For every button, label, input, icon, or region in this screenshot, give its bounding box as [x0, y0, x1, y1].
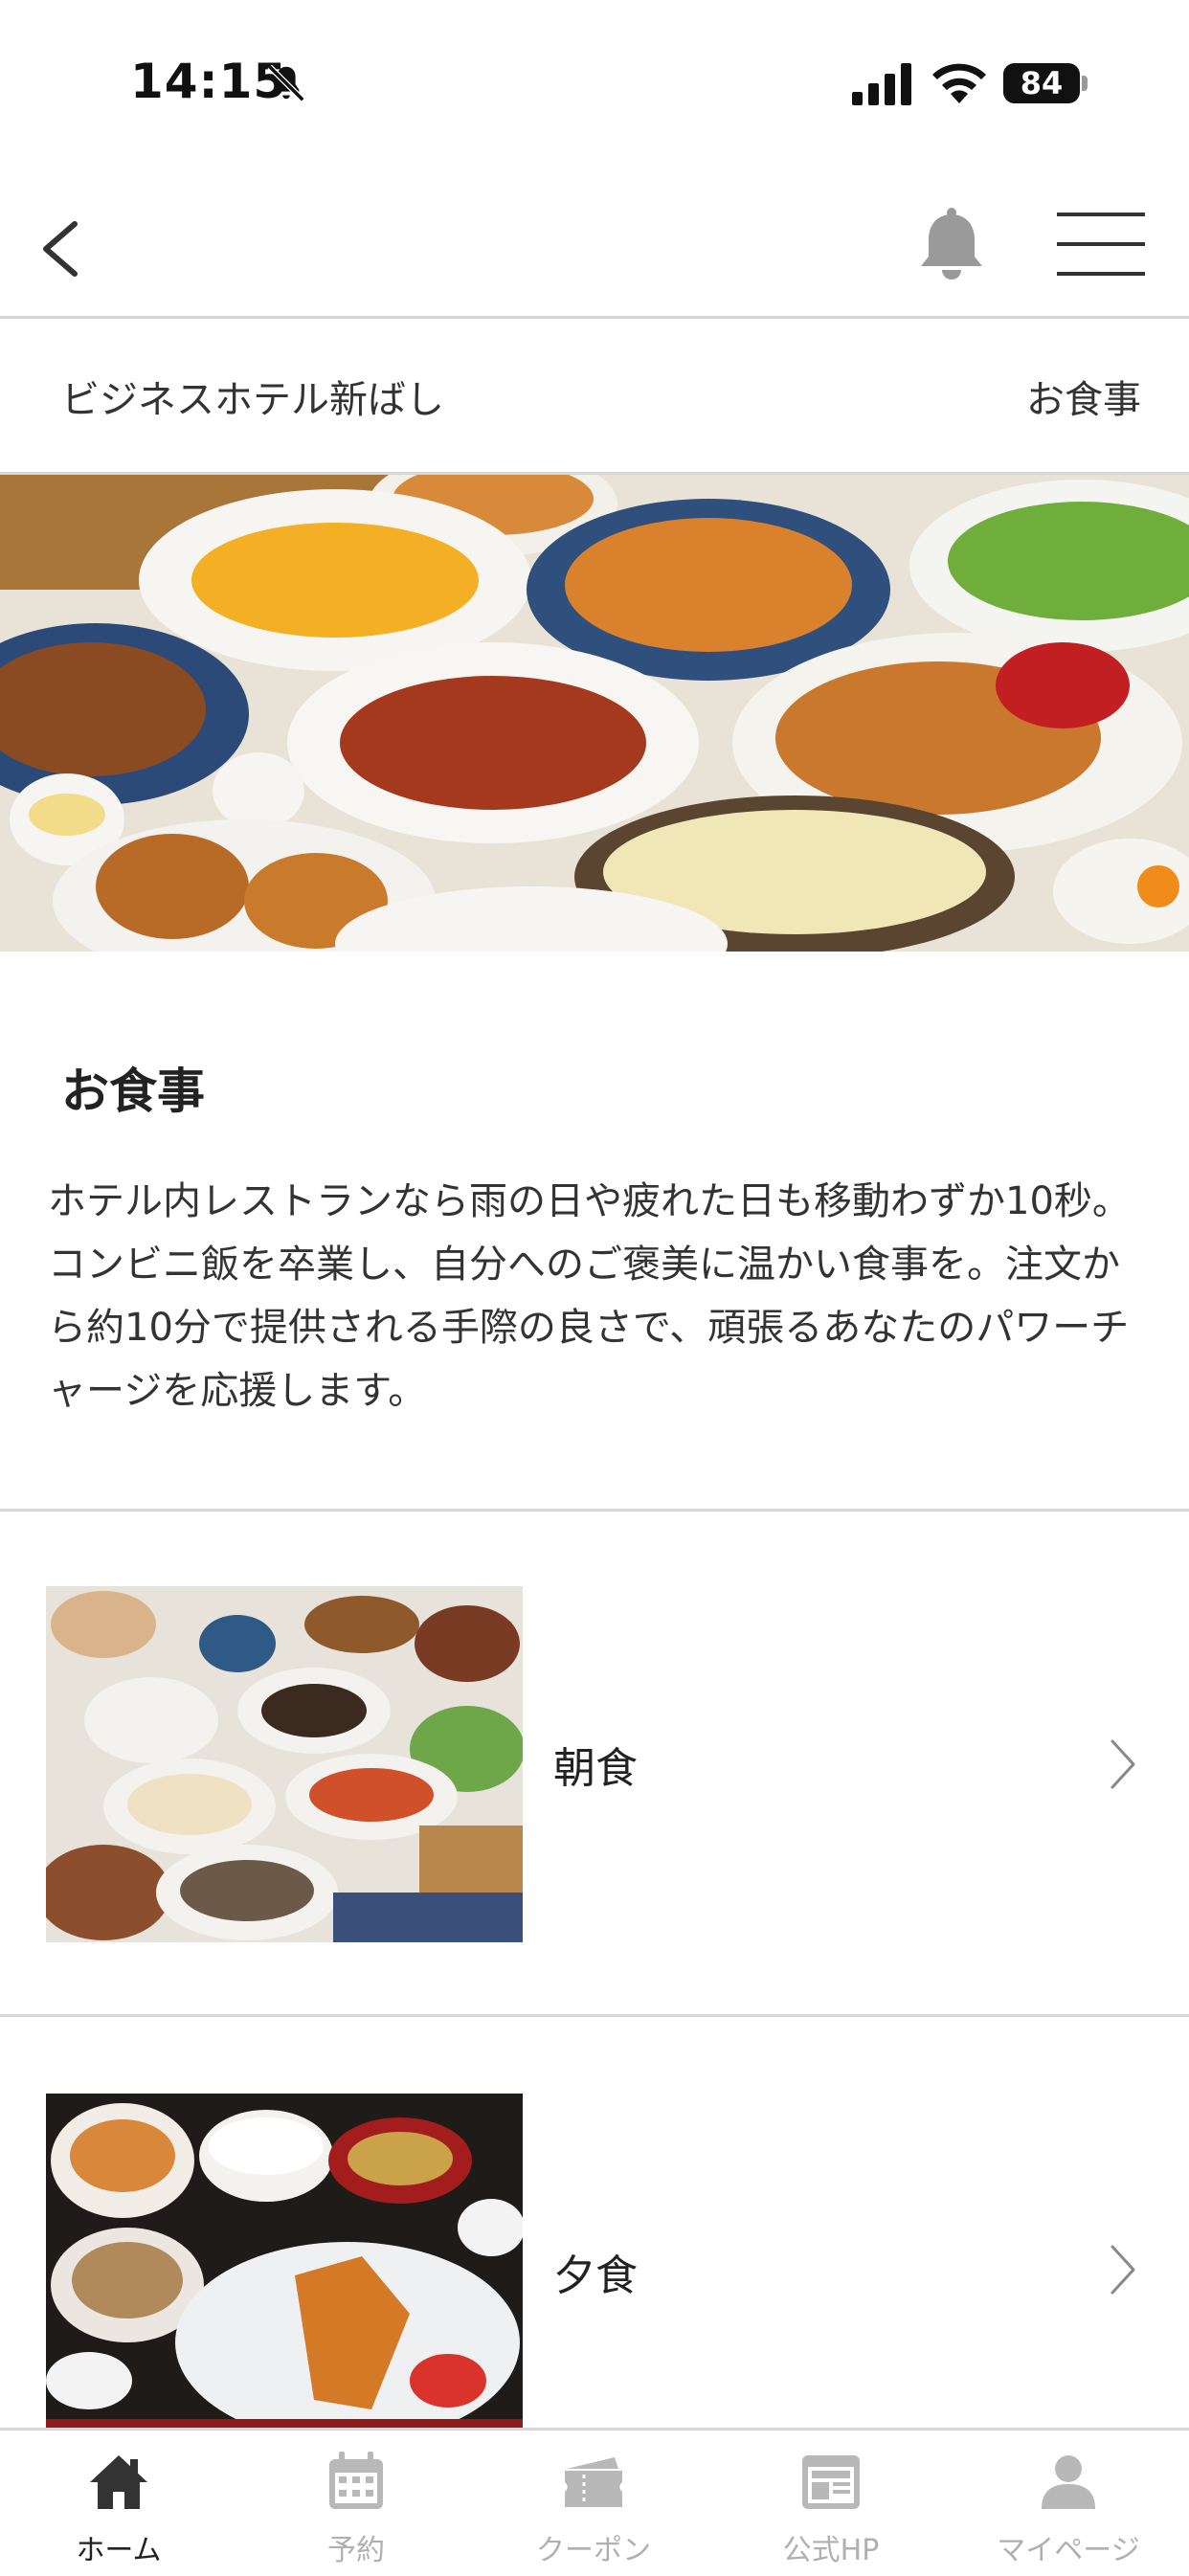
home-icon	[90, 2455, 147, 2509]
breakfast-thumbnail	[46, 1586, 523, 1942]
tab-official-website[interactable]: 公式HP	[712, 2430, 950, 2576]
dinner-illustration	[46, 2094, 523, 2450]
dinner-thumbnail	[46, 2094, 523, 2450]
person-icon	[1042, 2455, 1095, 2509]
tab-label: ホーム	[76, 2534, 162, 2567]
tab-label: マイページ	[997, 2534, 1140, 2567]
back-chevron-icon[interactable]	[33, 211, 90, 287]
cellular-signal-icon	[852, 63, 911, 105]
wifi-icon	[932, 63, 986, 103]
menu-item-label: 夕食	[553, 2251, 638, 2300]
tab-home[interactable]: ホーム	[0, 2430, 237, 2576]
menu-item-breakfast[interactable]: 朝食	[0, 1512, 1189, 2009]
bottom-tab-bar: ホーム 予約 クーポン 公式HP マイページ	[0, 2428, 1189, 2576]
hamburger-menu-icon[interactable]	[1057, 211, 1145, 278]
battery-percent: 84	[1020, 65, 1064, 101]
tab-my-page[interactable]: マイページ	[950, 2430, 1187, 2576]
breadcrumb: ビジネスホテル新ばし お食事	[0, 319, 1189, 475]
tab-reservation[interactable]: 予約	[237, 2430, 475, 2576]
status-bar: 14:15 84	[0, 0, 1189, 153]
navigation-bar	[0, 172, 1189, 319]
calendar-icon	[329, 2452, 383, 2509]
coupon-icon	[565, 2457, 622, 2507]
menu-item-label: 朝食	[553, 1744, 638, 1793]
hero-food-image	[0, 475, 1189, 952]
battery-cap	[1082, 76, 1088, 91]
buffet-illustration	[0, 475, 1189, 952]
breadcrumb-current-page: お食事	[1026, 378, 1141, 422]
tab-label: 予約	[327, 2534, 385, 2567]
tab-label: クーポン	[536, 2534, 651, 2567]
section-description: ホテル内レストランなら雨の日や疲れた日も移動わずか10秒。コンビニ飯を卒業し、自…	[48, 1179, 1131, 1413]
bell-off-icon	[267, 64, 305, 102]
section-title: お食事	[61, 1064, 205, 1119]
notification-bell-icon[interactable]	[913, 205, 990, 285]
battery-indicator: 84	[1003, 63, 1088, 103]
breadcrumb-hotel-name[interactable]: ビジネスホテル新ばし	[61, 369, 444, 424]
breakfast-illustration	[46, 1586, 523, 1942]
chevron-right-icon	[1110, 2245, 1135, 2295]
tab-label: 公式HP	[782, 2534, 880, 2567]
chevron-right-icon	[1110, 1739, 1135, 1789]
tab-coupon[interactable]: クーポン	[475, 2430, 712, 2576]
website-icon	[802, 2455, 860, 2509]
